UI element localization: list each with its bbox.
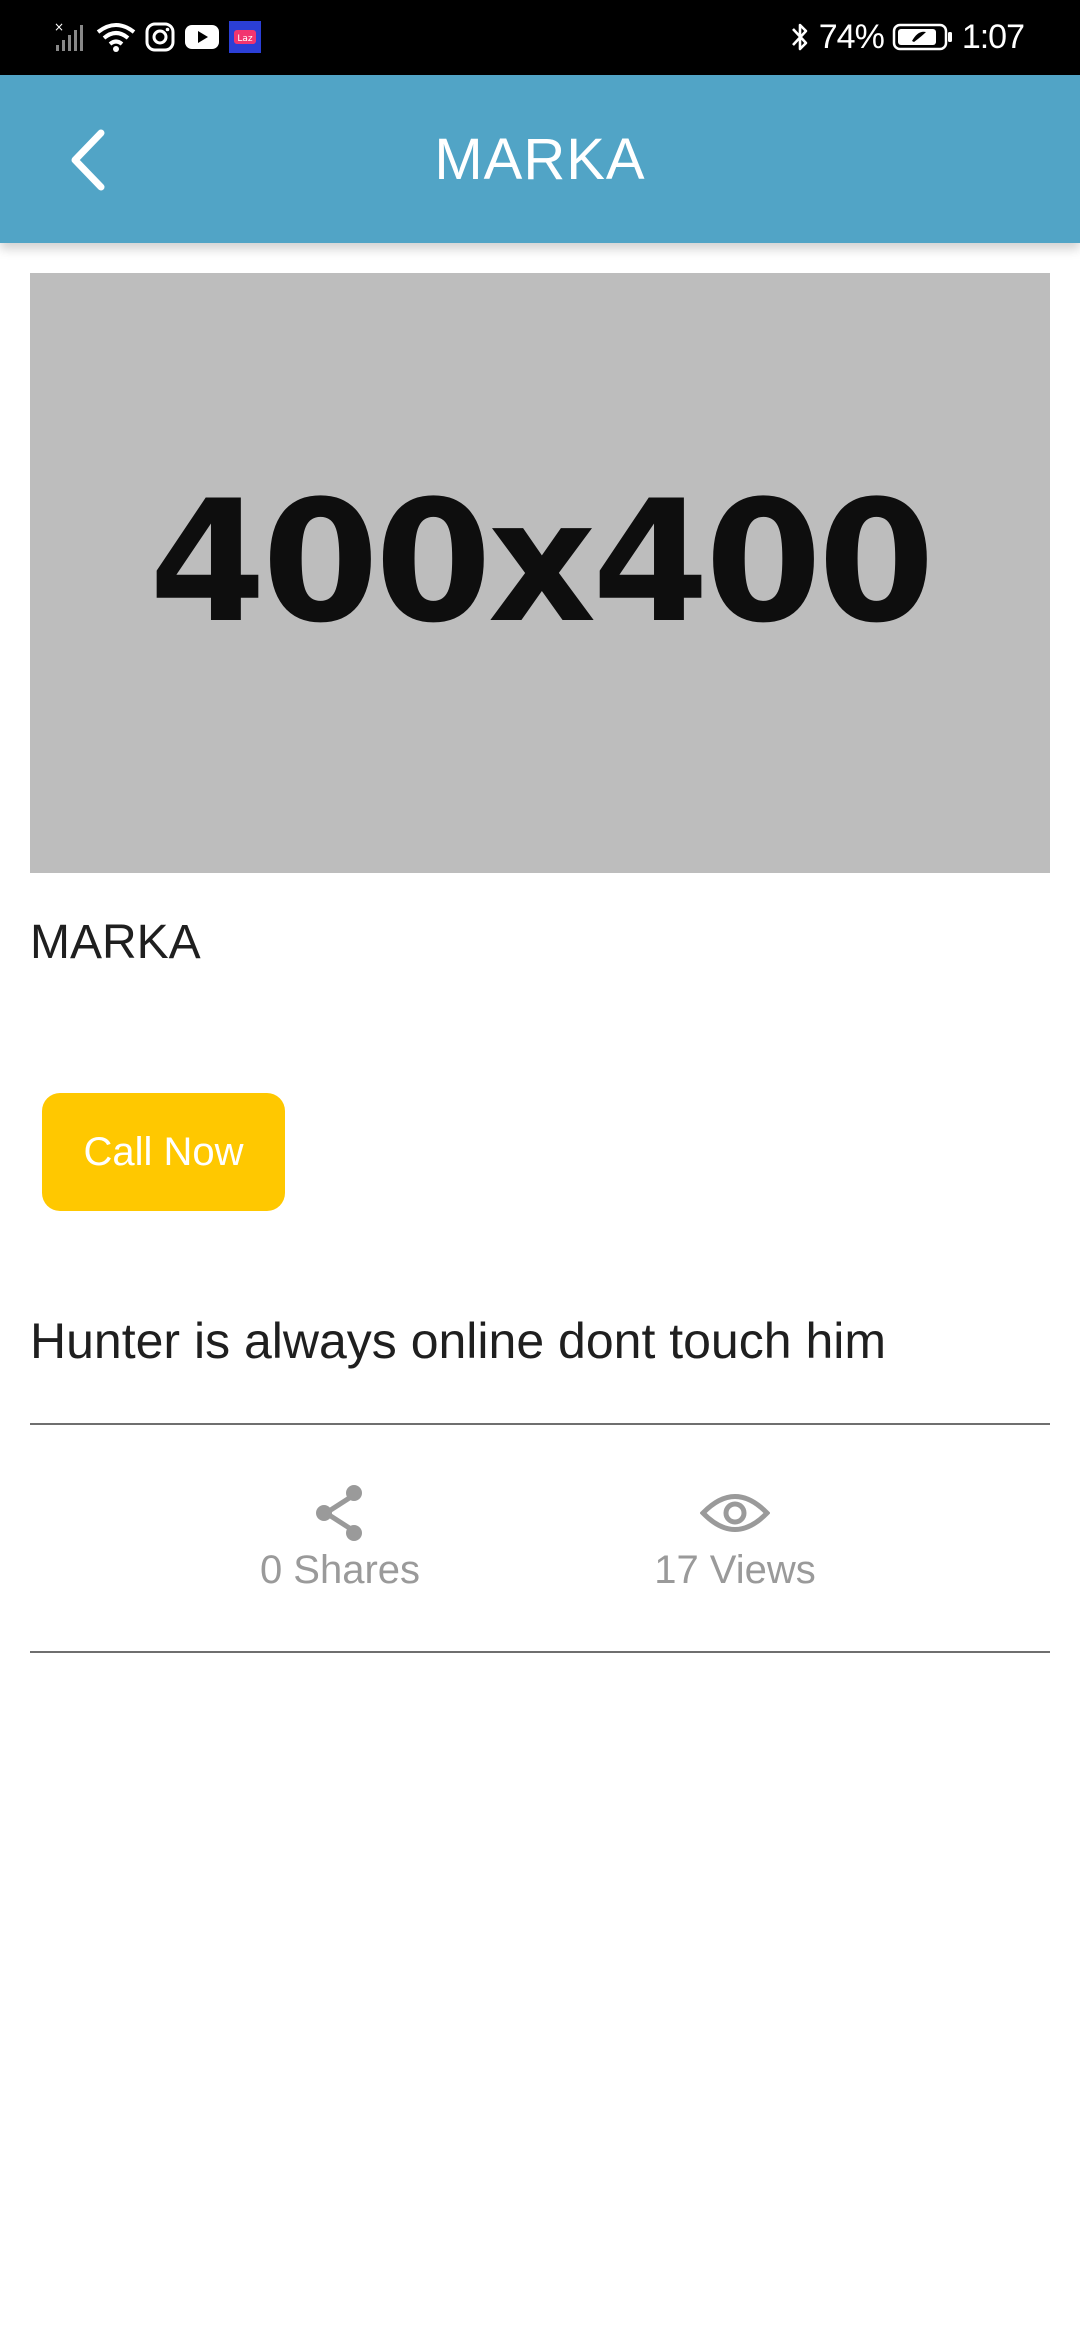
shares-count: 0 Shares: [259, 1548, 421, 1592]
eye-icon: [700, 1480, 770, 1546]
call-now-button[interactable]: Call Now: [42, 1093, 285, 1211]
back-arrow-icon: [71, 129, 105, 191]
divider: [30, 1651, 1050, 1653]
divider: [30, 1423, 1050, 1425]
status-right: 74% 1:07: [789, 14, 1025, 60]
views-count: 17 Views: [654, 1548, 816, 1592]
image-placeholder-label: 400x400: [149, 464, 935, 660]
page-title: MARKA: [434, 126, 646, 192]
svg-text:Laz: Laz: [237, 34, 253, 44]
status-bar: × Laz 74% 1:07: [0, 0, 1080, 75]
views-stat: 17 Views: [585, 1480, 885, 1593]
youtube-icon: [184, 23, 220, 51]
battery-icon: [892, 22, 954, 52]
app-bar: MARKA: [0, 75, 1080, 243]
shares-stat[interactable]: 0 Shares: [190, 1480, 490, 1593]
status-left-icons: × Laz: [52, 14, 262, 60]
listing-image: 400x400: [30, 273, 1050, 873]
listing-description: Hunter is always online dont touch him: [30, 1313, 887, 1369]
battery-percent: 74%: [818, 17, 885, 56]
lazada-icon: Laz: [228, 20, 262, 54]
svg-text:×: ×: [54, 20, 64, 34]
clock-time: 1:07: [961, 17, 1025, 56]
back-button[interactable]: [52, 125, 122, 195]
bluetooth-icon: [789, 20, 811, 54]
instagram-icon: [144, 21, 176, 53]
wifi-icon: [96, 20, 136, 54]
listing-title: MARKA: [30, 916, 201, 969]
no-signal-icon: ×: [52, 19, 88, 55]
share-icon: [310, 1480, 370, 1546]
